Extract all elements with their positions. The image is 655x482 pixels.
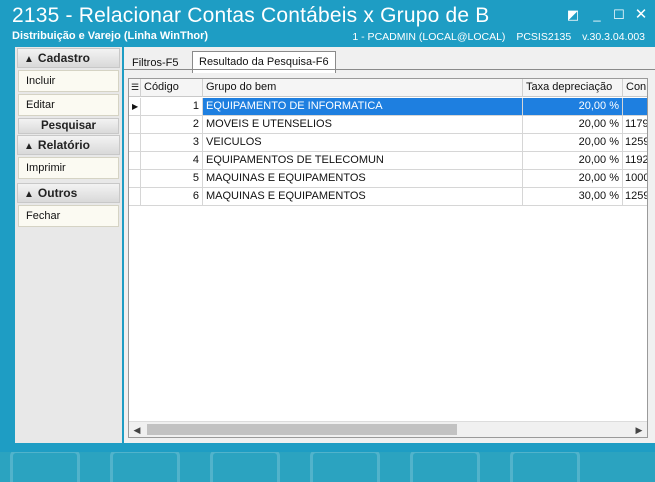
section-label: Outros xyxy=(37,186,78,200)
header-conta[interactable]: Con xyxy=(623,79,647,97)
collapse-icon: ▲ xyxy=(24,54,34,65)
fechar-button[interactable]: Fechar xyxy=(18,205,119,227)
routine-code: PCSIS2135 xyxy=(516,31,572,43)
cell-grupo[interactable]: EQUIPAMENTO DE INFORMATICA xyxy=(203,98,523,116)
cell-codigo[interactable]: 5 xyxy=(141,170,203,188)
scroll-right-icon[interactable]: ▶ xyxy=(631,422,647,437)
table-row[interactable]: 5 MAQUINAS E EQUIPAMENTOS 20,00 % 1000 xyxy=(129,170,647,188)
row-indicator xyxy=(129,170,141,188)
results-grid[interactable]: ☰ Código Grupo do bem Taxa depreciação C… xyxy=(128,78,648,438)
close-button[interactable]: ✕ xyxy=(632,6,650,24)
restore-icon[interactable]: ◩ xyxy=(564,6,582,24)
cell-conta[interactable]: 1000 xyxy=(623,170,647,188)
grid-header: ☰ Código Grupo do bem Taxa depreciação C… xyxy=(129,79,647,97)
table-row[interactable]: 2 MOVEIS E UTENSELIOS 20,00 % 1179 xyxy=(129,116,647,134)
pesquisar-button[interactable]: Pesquisar xyxy=(18,118,119,134)
imprimir-button[interactable]: Imprimir xyxy=(18,157,119,179)
cell-codigo[interactable]: 6 xyxy=(141,188,203,206)
row-indicator xyxy=(129,134,141,152)
editar-button[interactable]: Editar xyxy=(18,94,119,116)
cell-codigo[interactable]: 3 xyxy=(141,134,203,152)
title-bar: 2135 - Relacionar Contas Contábeis x Gru… xyxy=(0,0,655,46)
table-row[interactable]: 3 VEICULOS 20,00 % 1259 xyxy=(129,134,647,152)
cell-codigo[interactable]: 4 xyxy=(141,152,203,170)
cell-taxa[interactable]: 20,00 % xyxy=(523,152,623,170)
table-row[interactable]: ▶ 1 EQUIPAMENTO DE INFORMATICA 20,00 % xyxy=(129,98,647,116)
cell-conta[interactable]: 1259 xyxy=(623,188,647,206)
incluir-button[interactable]: Incluir xyxy=(18,70,119,92)
header-taxa[interactable]: Taxa depreciação xyxy=(523,79,623,97)
cell-codigo[interactable]: 2 xyxy=(141,116,203,134)
cell-grupo[interactable]: MAQUINAS E EQUIPAMENTOS xyxy=(203,188,523,206)
scroll-left-icon[interactable]: ◀ xyxy=(129,422,145,437)
cell-conta[interactable]: 1179 xyxy=(623,116,647,134)
current-row-icon: ▶ xyxy=(132,102,139,111)
section-label: Cadastro xyxy=(37,51,90,65)
table-row[interactable]: 4 EQUIPAMENTOS DE TELECOMUN 20,00 % 1192 xyxy=(129,152,647,170)
row-indicator: ▶ xyxy=(129,98,141,116)
section-cadastro[interactable]: ▲ Cadastro xyxy=(17,48,120,68)
cell-conta[interactable]: 1192 xyxy=(623,152,647,170)
row-indicator xyxy=(129,188,141,206)
collapse-icon: ▲ xyxy=(24,189,34,200)
cell-taxa[interactable]: 20,00 % xyxy=(523,134,623,152)
row-indicator xyxy=(129,152,141,170)
app-window: 2135 - Relacionar Contas Contábeis x Gru… xyxy=(0,0,655,452)
collapse-icon: ▲ xyxy=(24,141,34,152)
cell-taxa[interactable]: 20,00 % xyxy=(523,116,623,134)
window-subtitle: Distribuição e Varejo (Linha WinThor) xyxy=(12,30,209,42)
cell-grupo[interactable]: VEICULOS xyxy=(203,134,523,152)
header-codigo[interactable]: Código xyxy=(141,79,203,97)
section-relatorio[interactable]: ▲ Relatório xyxy=(17,135,120,155)
column-chooser-icon[interactable]: ☰ xyxy=(129,79,141,97)
sidebar: ▲ Cadastro Incluir Editar Pesquisar ▲ Rela… xyxy=(15,47,122,443)
main-panel: Filtros-F5 Resultado da Pesquisa-F6 ☰ Có… xyxy=(124,47,655,443)
cell-taxa[interactable]: 20,00 % xyxy=(523,170,623,188)
cell-codigo[interactable]: 1 xyxy=(141,98,203,116)
cell-conta[interactable] xyxy=(623,98,647,116)
cell-conta[interactable]: 1259 xyxy=(623,134,647,152)
cell-grupo[interactable]: MOVEIS E UTENSELIOS xyxy=(203,116,523,134)
cell-grupo[interactable]: MAQUINAS E EQUIPAMENTOS xyxy=(203,170,523,188)
user-info: 1 - PCADMIN (LOCAL@LOCAL) xyxy=(352,31,506,43)
version-label: v.30.3.04.003 xyxy=(582,31,645,43)
table-row[interactable]: 6 MAQUINAS E EQUIPAMENTOS 30,00 % 1259 xyxy=(129,188,647,206)
tab-divider xyxy=(124,69,655,70)
scroll-thumb[interactable] xyxy=(147,424,457,435)
header-grupo[interactable]: Grupo do bem xyxy=(203,79,523,97)
session-info: 1 - PCADMIN (LOCAL@LOCAL) PCSIS2135 v.30… xyxy=(344,31,645,43)
horizontal-scrollbar[interactable]: ◀ ▶ xyxy=(129,421,647,437)
window-title: 2135 - Relacionar Contas Contábeis x Gru… xyxy=(12,4,490,27)
maximize-button[interactable]: ☐ xyxy=(610,6,628,24)
section-outros[interactable]: ▲ Outros xyxy=(17,183,120,203)
tab-filtros[interactable]: Filtros-F5 xyxy=(126,53,184,73)
cell-grupo[interactable]: EQUIPAMENTOS DE TELECOMUN xyxy=(203,152,523,170)
cell-taxa[interactable]: 30,00 % xyxy=(523,188,623,206)
section-label: Relatório xyxy=(37,138,90,152)
minimize-button[interactable]: _ xyxy=(588,6,606,24)
cell-taxa[interactable]: 20,00 % xyxy=(523,98,623,116)
row-indicator xyxy=(129,116,141,134)
